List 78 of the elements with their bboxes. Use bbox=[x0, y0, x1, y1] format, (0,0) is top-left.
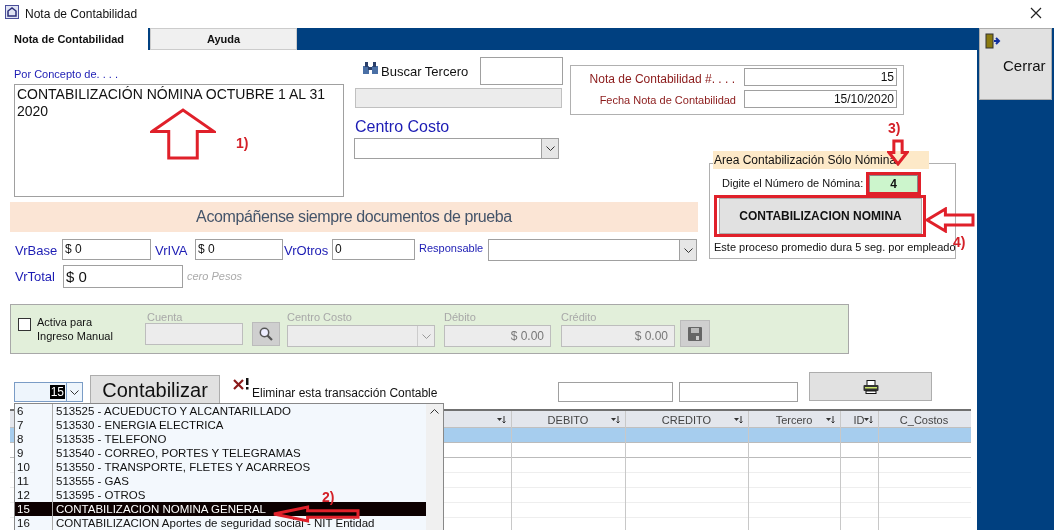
column-header[interactable]: Tercero bbox=[775, 412, 813, 429]
input-field[interactable] bbox=[480, 57, 563, 85]
column-header[interactable]: DEBITO bbox=[547, 412, 589, 429]
dropdown-item[interactable]: 16 CONTABILIZACION Aportes de seguridad social - NIT Entidad bbox=[15, 516, 377, 530]
caret-icon bbox=[545, 146, 555, 151]
delete-transaction-link[interactable]: Eliminar esta transacción Contable bbox=[252, 384, 438, 402]
sort-icon[interactable] bbox=[734, 416, 743, 424]
field-label: Fecha Nota de Contabilidad bbox=[599, 93, 736, 108]
field-label: Centro Costo bbox=[287, 310, 352, 325]
field-label: Responsable bbox=[419, 241, 484, 256]
door-icon bbox=[984, 33, 1002, 49]
caret-icon bbox=[683, 247, 693, 253]
scroll-up-icon[interactable] bbox=[430, 409, 439, 414]
column-header[interactable]: C_Costos bbox=[899, 412, 949, 429]
tab[interactable]: Ayuda bbox=[150, 28, 297, 50]
caret-icon bbox=[421, 333, 431, 339]
dropdown-item[interactable]: 11 513555 - GAS bbox=[15, 474, 131, 488]
delete-icon bbox=[233, 378, 250, 390]
annotation-arrow bbox=[925, 207, 975, 233]
printer-icon bbox=[862, 379, 879, 394]
input-field[interactable]: $ 0 bbox=[62, 239, 151, 260]
field-label: VrBase bbox=[15, 242, 58, 260]
search-button[interactable] bbox=[252, 322, 280, 346]
checkbox-label: Activa para Ingreso Manual bbox=[37, 315, 114, 343]
dropdown-item[interactable]: 9 513540 - CORREO, PORTES Y TELEGRAMAS bbox=[15, 446, 303, 460]
dropdown-item[interactable]: 10 513550 - TRANSPORTE, FLETES Y ACARREOS bbox=[15, 460, 313, 474]
account-field[interactable] bbox=[145, 323, 243, 345]
sort-icon[interactable] bbox=[826, 416, 835, 424]
field-label: Centro Costo bbox=[355, 117, 450, 137]
amount-in-words: cero Pesos bbox=[187, 269, 243, 284]
app-icon bbox=[5, 5, 19, 19]
input-field[interactable]: $ 0 bbox=[195, 239, 283, 260]
field-label: VrTotal bbox=[15, 268, 55, 286]
field-label: Débito bbox=[444, 310, 476, 325]
close-button[interactable]: Cerrar bbox=[979, 28, 1052, 100]
binoculars-icon bbox=[363, 62, 378, 74]
field-label: VrOtros bbox=[284, 242, 329, 260]
cost-center-select[interactable] bbox=[354, 138, 559, 159]
print-button[interactable] bbox=[809, 372, 932, 401]
payroll-number-field[interactable]: 4 bbox=[869, 175, 918, 193]
input-field[interactable] bbox=[679, 382, 798, 402]
save-button[interactable] bbox=[680, 320, 710, 347]
selector-combobox[interactable]: 15 bbox=[14, 382, 83, 402]
banner: Acompáñense siempre documentos de prueba bbox=[10, 202, 698, 232]
dropdown-item[interactable]: 6 513525 - ACUEDUCTO Y ALCANTARILLADO bbox=[15, 404, 293, 418]
caret-icon bbox=[70, 389, 79, 395]
annotation-label: 3) bbox=[888, 119, 901, 138]
post-button[interactable]: Contabilizar bbox=[90, 375, 220, 405]
sort-icon[interactable] bbox=[497, 416, 506, 424]
window-title: Nota de Contabilidad bbox=[25, 6, 138, 23]
total-field[interactable]: $ 0 bbox=[63, 265, 183, 288]
post-payroll-button[interactable]: CONTABILIZACION NOMINA bbox=[719, 198, 922, 234]
search-third-party-link[interactable]: Buscar Tercero bbox=[381, 62, 469, 82]
dropdown-item[interactable]: 7 513530 - ENERGIA ELECTRICA bbox=[15, 418, 226, 432]
dropdown-item[interactable]: 8 513535 - TELEFONO bbox=[15, 432, 169, 446]
annotation-arrow bbox=[150, 108, 216, 160]
scrollbar[interactable] bbox=[426, 404, 443, 530]
field-label: Por Concepto de. . . . bbox=[14, 67, 118, 82]
field-label: Crédito bbox=[561, 310, 597, 325]
field-label: VrIVA bbox=[155, 242, 188, 260]
panel-title: Area Contabilización Sólo Nómina bbox=[713, 151, 929, 169]
field-label: Digite el Número de Nómina: bbox=[722, 176, 864, 191]
date-field[interactable]: 15/10/2020 bbox=[744, 90, 897, 108]
column-header[interactable]: CREDITO bbox=[661, 412, 712, 429]
responsible-select[interactable] bbox=[488, 239, 697, 261]
tab[interactable]: Nota de Contabilidad bbox=[0, 28, 148, 50]
sort-icon[interactable] bbox=[864, 416, 873, 424]
input-field[interactable] bbox=[558, 382, 673, 402]
field-label: Cuenta bbox=[147, 310, 183, 325]
input-field[interactable]: 0 bbox=[332, 239, 415, 260]
input-field[interactable]: 15 bbox=[744, 68, 897, 86]
annotation-label: 1) bbox=[236, 134, 249, 153]
column-header[interactable]: ID bbox=[853, 412, 865, 429]
field-label: Nota de Contabilidad #. . . . bbox=[589, 71, 735, 88]
search-icon bbox=[259, 327, 273, 341]
annotation-label: 4) bbox=[953, 233, 966, 250]
close-icon[interactable] bbox=[1030, 7, 1042, 19]
sort-icon[interactable] bbox=[611, 416, 620, 424]
